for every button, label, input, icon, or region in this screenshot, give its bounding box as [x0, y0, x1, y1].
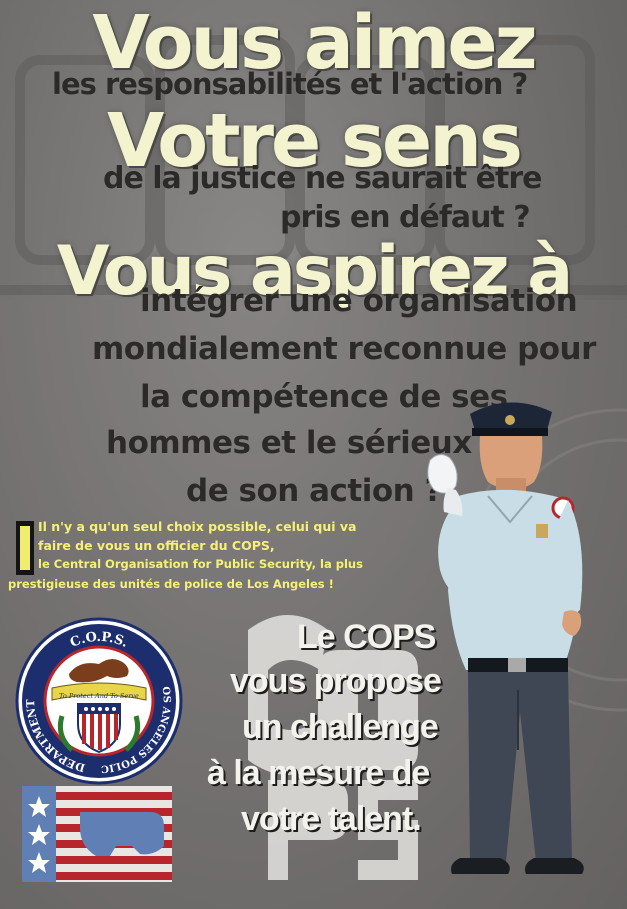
body-line-2: mondialement reconnue pour [92, 331, 596, 367]
intro-line-2: faire de vous un officier du COPS, [38, 538, 275, 553]
intro-line-4: prestigieuse des unités de police de Los… [8, 577, 334, 591]
drop-cap-bar [16, 521, 34, 575]
glove-icon [427, 454, 458, 494]
body-line-4: hommes et le sérieux [106, 425, 472, 461]
cops-line-3: un challenge [242, 708, 439, 746]
cops-line-2: vous propose [230, 662, 442, 700]
cops-line-4: à la mesure de [207, 754, 430, 792]
cops-line-5: votre talent. [241, 800, 422, 838]
body-line-1: intégrer une organisation [140, 283, 578, 319]
police-officer-illustration [427, 402, 584, 874]
intro-line-3: le Central Organisation for Public Secur… [38, 557, 363, 571]
cops-seal-logo: C.O.P.S. DEPARTMENT LOS ANGELES POLICE T… [14, 616, 183, 785]
cops-line-1: Le COPS [297, 618, 436, 656]
sub-justice: de la justice ne saurait être [103, 161, 542, 196]
sub-pris-en-defaut: pris en défaut ? [280, 200, 531, 235]
body-line-5: de son action ? [186, 473, 443, 509]
bear-flag-logo [22, 786, 172, 882]
sub-responsabilites: les responsabilités et l'action ? [52, 67, 528, 101]
poster: Vous aimez les responsabilités et l'acti… [0, 0, 627, 909]
intro-line-1: Il n'y a qu'un seul choix possible, celu… [38, 519, 357, 534]
seal-ribbon-text: To Protect And To Serve [59, 692, 139, 700]
